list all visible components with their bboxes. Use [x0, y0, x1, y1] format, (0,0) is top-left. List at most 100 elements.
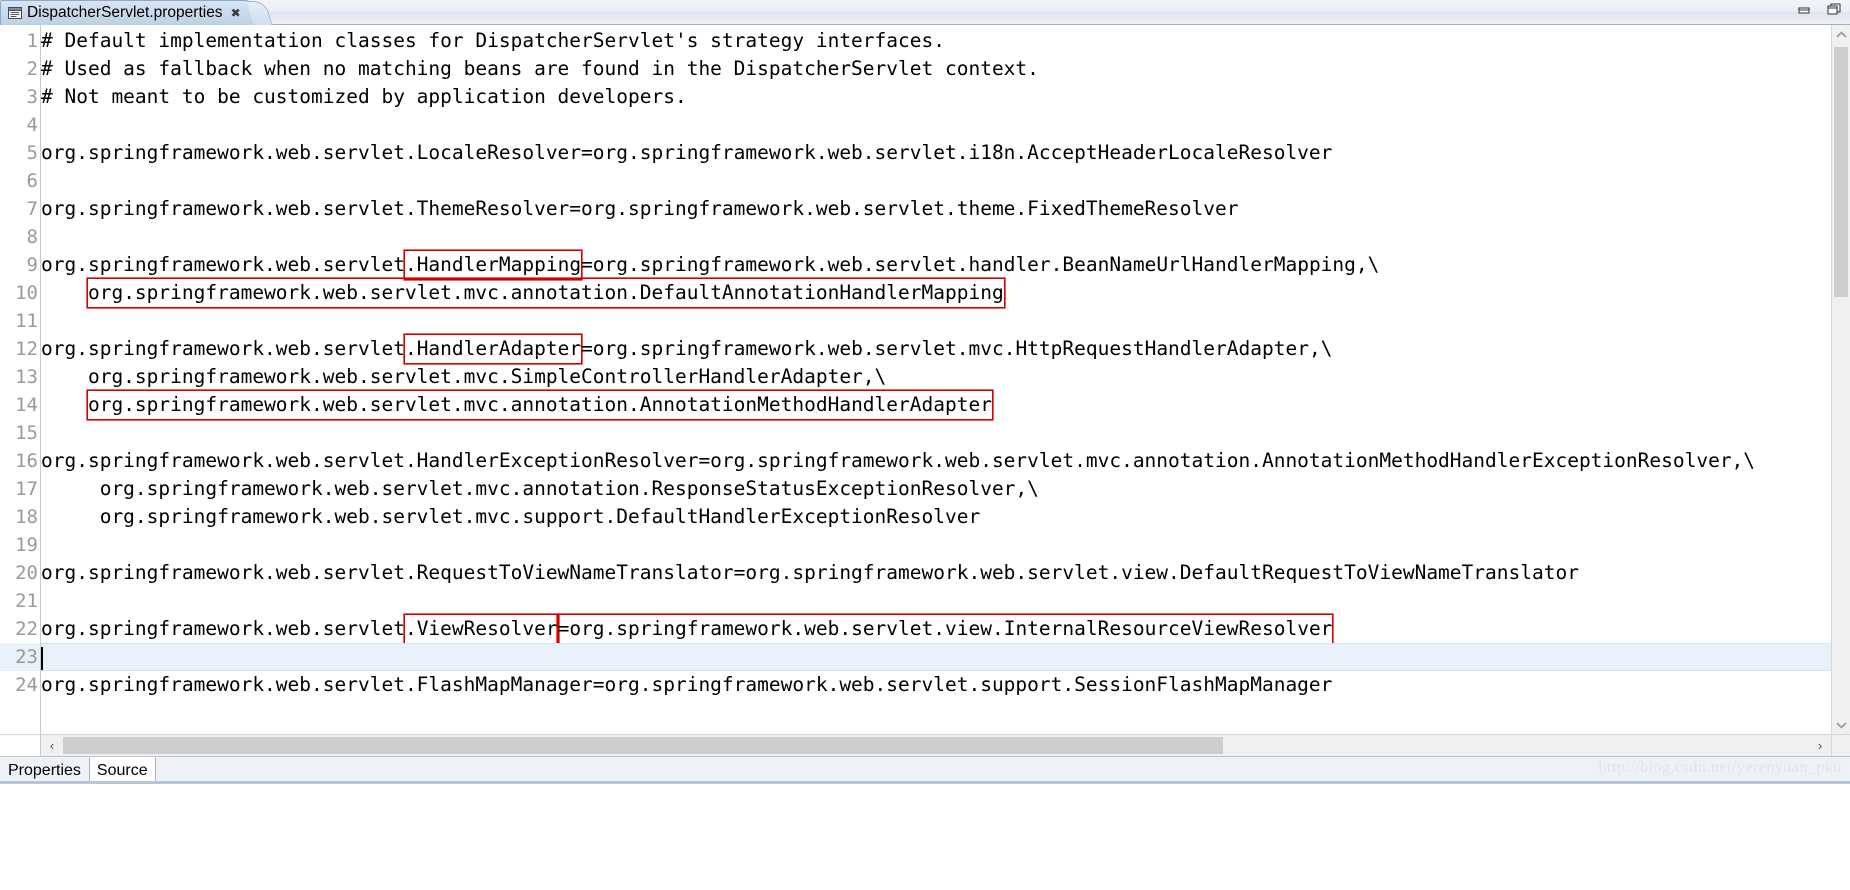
line-number: 16	[15, 450, 38, 472]
line-number: 1	[26, 30, 38, 52]
code-segment: org.springframework.web.servlet.mvc.supp…	[41, 505, 981, 528]
line-number: 9	[26, 254, 38, 276]
code-segment: org.springframework.web.servlet	[41, 253, 405, 276]
line-number: 7	[26, 198, 38, 220]
code-line[interactable]: org.springframework.web.servlet.mvc.anno…	[41, 475, 1831, 503]
line-number: 6	[26, 170, 38, 192]
line-number: 5	[26, 142, 38, 164]
horizontal-scroll-thumb[interactable]	[63, 737, 1223, 754]
line-number: 2	[26, 58, 38, 80]
code-line[interactable]: org.springframework.web.servlet.HandlerE…	[41, 447, 1831, 475]
horizontal-scrollbar[interactable]: ‹ ›	[0, 734, 1850, 756]
line-number: 4	[26, 114, 38, 136]
code-line[interactable]: org.springframework.web.servlet.mvc.supp…	[41, 503, 1831, 531]
code-segment: # Not meant to be customized by applicat…	[41, 85, 687, 108]
code-line[interactable]: org.springframework.web.servlet.mvc.anno…	[41, 391, 1831, 419]
code-line[interactable]	[41, 307, 1831, 335]
tab-properties[interactable]: Properties	[0, 757, 89, 783]
code-line[interactable]: org.springframework.web.servlet.ViewReso…	[41, 615, 1831, 643]
line-number: 3	[26, 86, 38, 108]
highlight-box: .HandlerAdapter	[405, 335, 581, 363]
code-line[interactable]: # Not meant to be customized by applicat…	[41, 83, 1831, 111]
code-segment: =org.springframework.web.servlet.handler…	[581, 253, 1380, 276]
editor-tab-strip: DispatcherServlet.properties ✖	[0, 0, 1850, 25]
scroll-right-icon[interactable]: ›	[1809, 735, 1831, 756]
highlight-box: org.springframework.web.servlet.mvc.anno…	[88, 279, 1004, 307]
tab-source[interactable]: Source	[88, 757, 156, 783]
code-line[interactable]: org.springframework.web.servlet.RequestT…	[41, 559, 1831, 587]
editor-area: 1 2 3 4 5 6 7 8 9 10 11 12 13 14 15 16 1…	[0, 25, 1850, 734]
line-number: 21	[15, 590, 38, 612]
line-number: 22	[15, 618, 38, 640]
scroll-down-icon[interactable]	[1832, 715, 1850, 734]
editor-tab-title: DispatcherServlet.properties	[27, 4, 223, 21]
editor-tab-dispatcherservlet-properties[interactable]: DispatcherServlet.properties ✖	[0, 0, 254, 25]
code-segment: org.springframework.web.servlet.mvc.anno…	[41, 477, 1039, 500]
scroll-up-icon[interactable]	[1832, 25, 1850, 44]
bottom-tab-bar: Properties Source http://blog.csdn.net/y…	[0, 756, 1850, 784]
code-segment: org.springframework.web.servlet.LocaleRe…	[41, 141, 1333, 164]
line-number: 13	[15, 366, 38, 388]
code-line[interactable]	[41, 223, 1831, 251]
code-segment: org.springframework.web.servlet	[41, 337, 405, 360]
line-number: 19	[15, 534, 38, 556]
line-number: 8	[26, 226, 38, 248]
code-line[interactable]: org.springframework.web.servlet.ThemeRes…	[41, 195, 1831, 223]
code-line[interactable]: org.springframework.web.servlet.HandlerA…	[41, 335, 1831, 363]
bottom-accent-rule	[0, 781, 1850, 784]
code-line[interactable]	[41, 111, 1831, 139]
line-number: 23	[0, 643, 40, 671]
code-line[interactable]: org.springframework.web.servlet.FlashMap…	[41, 671, 1831, 699]
code-segment: =org.springframework.web.servlet.mvc.Htt…	[581, 337, 1333, 360]
code-line[interactable]	[41, 531, 1831, 559]
line-number: 20	[15, 562, 38, 584]
vertical-scrollbar[interactable]	[1831, 25, 1850, 734]
horizontal-scroll-track[interactable]	[63, 735, 1809, 756]
code-line[interactable]: org.springframework.web.servlet.HandlerM…	[41, 251, 1831, 279]
code-line[interactable]	[41, 167, 1831, 195]
line-number: 10	[15, 282, 38, 304]
vertical-scroll-thumb[interactable]	[1834, 47, 1848, 297]
line-number: 14	[15, 394, 38, 416]
code-line[interactable]	[41, 643, 1831, 671]
highlight-box: =org.springframework.web.servlet.view.In…	[558, 615, 1333, 643]
window-controls	[1796, 2, 1842, 18]
code-segment: org.springframework.web.servlet.HandlerE…	[41, 449, 1756, 472]
code-segment: # Default implementation classes for Dis…	[41, 29, 945, 52]
scrollbar-corner	[1831, 735, 1850, 756]
text-caret	[41, 647, 43, 670]
code-line[interactable]	[41, 587, 1831, 615]
code-segment: org.springframework.web.servlet.ThemeRes…	[41, 197, 1239, 220]
code-line[interactable]: # Default implementation classes for Dis…	[41, 27, 1831, 55]
properties-file-icon	[8, 7, 22, 19]
line-number: 17	[15, 478, 38, 500]
code-line[interactable]	[41, 419, 1831, 447]
highlight-box: org.springframework.web.servlet.mvc.anno…	[88, 391, 992, 419]
minimize-icon[interactable]	[1796, 2, 1812, 18]
eclipse-editor-window: DispatcherServlet.properties ✖ 1 2 3 4 5…	[0, 0, 1850, 890]
code-line[interactable]: # Used as fallback when no matching bean…	[41, 55, 1831, 83]
code-line[interactable]: org.springframework.web.servlet.mvc.Simp…	[41, 363, 1831, 391]
highlight-box: .HandlerMapping	[405, 251, 581, 279]
line-number: 12	[15, 338, 38, 360]
code-segment: # Used as fallback when no matching bean…	[41, 57, 1039, 80]
line-number: 18	[15, 506, 38, 528]
code-segment: org.springframework.web.servlet	[41, 617, 405, 640]
maximize-icon[interactable]	[1826, 2, 1842, 18]
line-number-gutter: 1 2 3 4 5 6 7 8 9 10 11 12 13 14 15 16 1…	[0, 25, 41, 734]
scroll-left-icon[interactable]: ‹	[41, 735, 63, 756]
watermark-text: http://blog.csdn.net/yerenyuan_pku	[1598, 759, 1842, 776]
line-number: 24	[15, 674, 38, 696]
highlight-box: .ViewResolver	[405, 615, 558, 643]
code-line[interactable]: org.springframework.web.servlet.LocaleRe…	[41, 139, 1831, 167]
code-segment: org.springframework.web.servlet.mvc.Simp…	[41, 365, 887, 388]
line-number: 15	[15, 422, 38, 444]
code-line[interactable]: org.springframework.web.servlet.mvc.anno…	[41, 279, 1831, 307]
close-icon[interactable]: ✖	[231, 7, 241, 19]
code-segment: org.springframework.web.servlet.RequestT…	[41, 561, 1579, 584]
code-segment: org.springframework.web.servlet.FlashMap…	[41, 673, 1333, 696]
gutter-scroll-spacer	[0, 735, 41, 756]
code-text-area[interactable]: # Default implementation classes for Dis…	[41, 25, 1831, 734]
